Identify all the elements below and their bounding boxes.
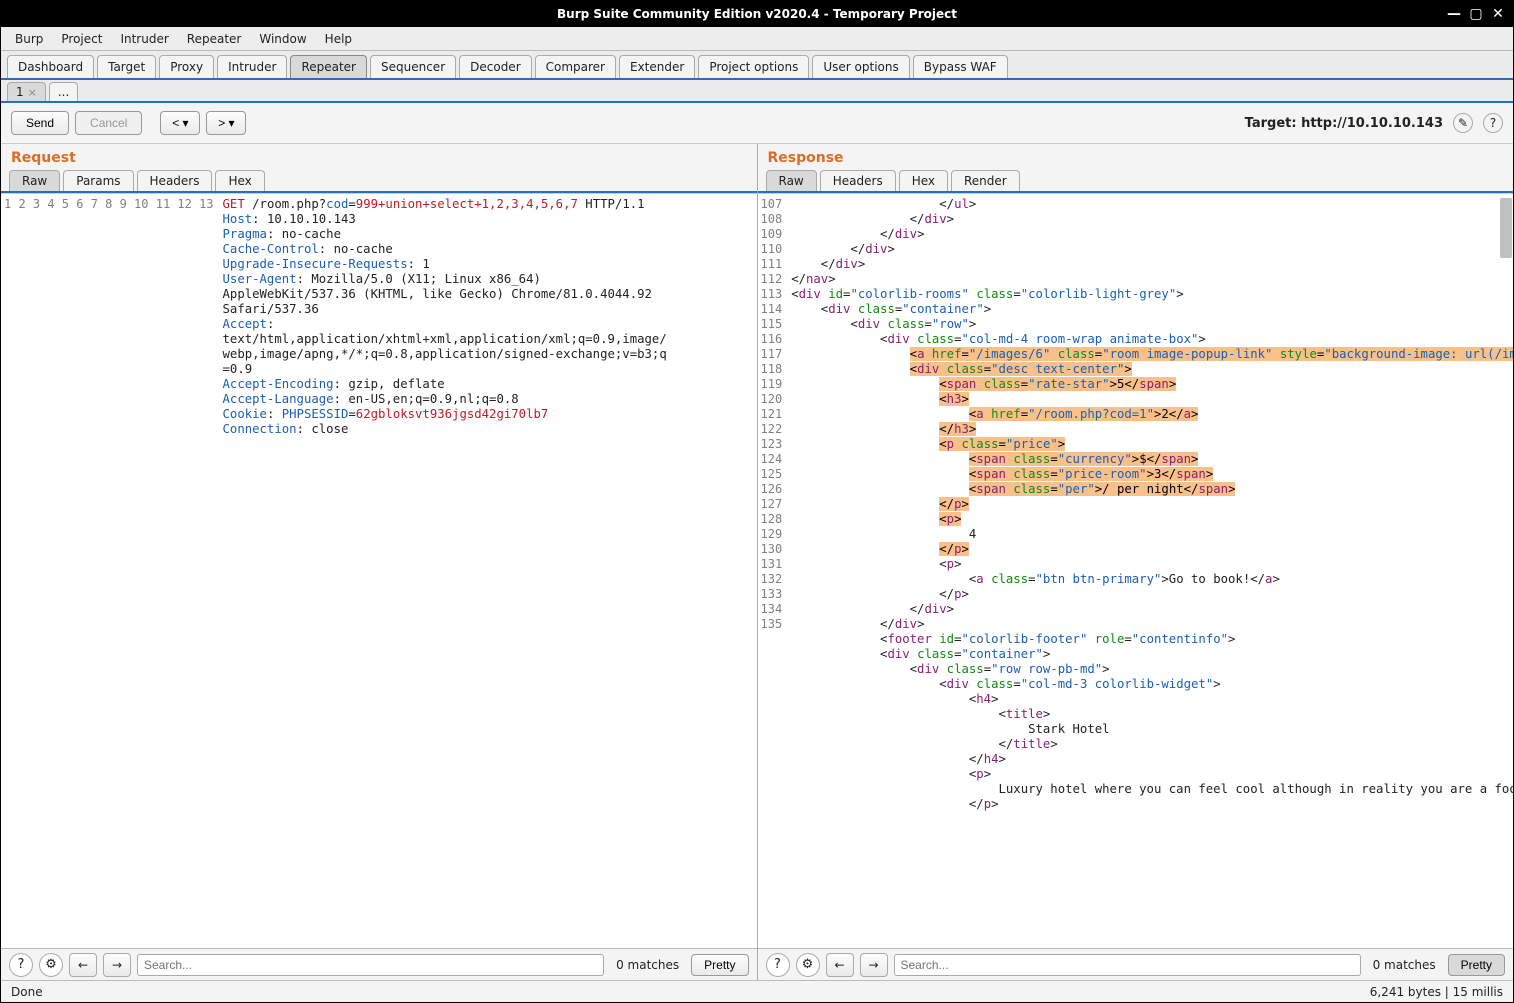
help-icon[interactable]: ? bbox=[9, 953, 33, 977]
prev-match-button[interactable]: ← bbox=[69, 953, 97, 977]
response-tab-raw[interactable]: Raw bbox=[766, 170, 817, 191]
response-match-count: 0 matches bbox=[1367, 958, 1442, 972]
request-editor[interactable]: 1 2 3 4 5 6 7 8 9 10 11 12 13 GET /room.… bbox=[1, 193, 757, 948]
tab-target[interactable]: Target bbox=[97, 55, 156, 78]
titlebar: Burp Suite Community Edition v2020.4 - T… bbox=[1, 1, 1513, 27]
request-tabs: Raw Params Headers Hex bbox=[1, 170, 757, 193]
repeater-subtabs: 1 × ... bbox=[1, 80, 1513, 103]
menubar: Burp Project Intruder Repeater Window He… bbox=[1, 27, 1513, 51]
response-tab-hex[interactable]: Hex bbox=[899, 170, 948, 191]
target-label: Target: http://10.10.10.143 bbox=[1245, 116, 1443, 131]
repeater-tab-1[interactable]: 1 × bbox=[7, 82, 46, 101]
status-bar: Done 6,241 bytes | 15 millis bbox=[1, 980, 1513, 1002]
response-editor[interactable]: 107 108 109 110 111 112 113 114 115 116 … bbox=[758, 193, 1514, 948]
status-left: Done bbox=[11, 985, 43, 999]
tab-comparer[interactable]: Comparer bbox=[535, 55, 616, 78]
tab-extender[interactable]: Extender bbox=[619, 55, 695, 78]
maximize-icon[interactable]: ▢ bbox=[1467, 5, 1485, 23]
main-tabs: Dashboard Target Proxy Intruder Repeater… bbox=[1, 51, 1513, 80]
response-tab-headers[interactable]: Headers bbox=[820, 170, 896, 191]
request-search-input[interactable] bbox=[137, 954, 604, 976]
close-icon[interactable]: ✕ bbox=[1489, 5, 1507, 23]
response-search-input[interactable] bbox=[894, 954, 1361, 976]
menu-burp[interactable]: Burp bbox=[7, 29, 51, 49]
status-right: 6,241 bytes | 15 millis bbox=[1370, 985, 1503, 999]
response-search-bar: ? ⚙ ← → 0 matches Pretty bbox=[758, 948, 1514, 980]
scrollbar-thumb[interactable] bbox=[1500, 198, 1512, 258]
tab-decoder[interactable]: Decoder bbox=[459, 55, 532, 78]
action-bar: Send Cancel < ▾ > ▾ Target: http://10.10… bbox=[1, 103, 1513, 143]
request-tab-raw[interactable]: Raw bbox=[9, 170, 60, 191]
history-forward-button[interactable]: > ▾ bbox=[206, 111, 246, 135]
menu-intruder[interactable]: Intruder bbox=[112, 29, 176, 49]
prev-match-button[interactable]: ← bbox=[826, 953, 854, 977]
request-match-count: 0 matches bbox=[610, 958, 685, 972]
help-icon[interactable]: ? bbox=[766, 953, 790, 977]
response-panel: Response Raw Headers Hex Render 107 108 … bbox=[758, 144, 1514, 980]
request-tab-headers[interactable]: Headers bbox=[137, 170, 213, 191]
response-tab-render[interactable]: Render bbox=[951, 170, 1020, 191]
menu-repeater[interactable]: Repeater bbox=[179, 29, 250, 49]
request-title: Request bbox=[1, 144, 757, 170]
response-title: Response bbox=[758, 144, 1514, 170]
response-tabs: Raw Headers Hex Render bbox=[758, 170, 1514, 193]
request-search-bar: ? ⚙ ← → 0 matches Pretty bbox=[1, 948, 757, 980]
tab-sequencer[interactable]: Sequencer bbox=[370, 55, 456, 78]
tab-proxy[interactable]: Proxy bbox=[159, 55, 214, 78]
repeater-tab-add[interactable]: ... bbox=[49, 82, 78, 101]
window-title: Burp Suite Community Edition v2020.4 - T… bbox=[557, 7, 957, 21]
gear-icon[interactable]: ⚙ bbox=[796, 953, 820, 977]
help-icon[interactable]: ? bbox=[1483, 113, 1503, 133]
next-match-button[interactable]: → bbox=[860, 953, 888, 977]
tab-dashboard[interactable]: Dashboard bbox=[7, 55, 94, 78]
next-match-button[interactable]: → bbox=[103, 953, 131, 977]
cancel-button: Cancel bbox=[75, 111, 142, 135]
tab-intruder[interactable]: Intruder bbox=[217, 55, 287, 78]
close-tab-icon[interactable]: × bbox=[28, 86, 37, 99]
tab-user-options[interactable]: User options bbox=[812, 55, 909, 78]
minimize-icon[interactable]: — bbox=[1445, 5, 1463, 23]
edit-target-icon[interactable]: ✎ bbox=[1453, 113, 1473, 133]
menu-help[interactable]: Help bbox=[317, 29, 360, 49]
request-panel: Request Raw Params Headers Hex 1 2 3 4 5… bbox=[1, 144, 758, 980]
menu-window[interactable]: Window bbox=[251, 29, 314, 49]
menu-project[interactable]: Project bbox=[53, 29, 110, 49]
response-pretty-button[interactable]: Pretty bbox=[1448, 954, 1505, 976]
repeater-tab-1-label: 1 bbox=[16, 85, 24, 99]
tab-repeater[interactable]: Repeater bbox=[290, 55, 367, 78]
request-pretty-button[interactable]: Pretty bbox=[691, 954, 748, 976]
tab-bypass-waf[interactable]: Bypass WAF bbox=[913, 55, 1008, 78]
request-tab-params[interactable]: Params bbox=[63, 170, 133, 191]
gear-icon[interactable]: ⚙ bbox=[39, 953, 63, 977]
request-tab-hex[interactable]: Hex bbox=[215, 170, 264, 191]
history-back-button[interactable]: < ▾ bbox=[160, 111, 200, 135]
send-button[interactable]: Send bbox=[11, 111, 69, 135]
tab-project-options[interactable]: Project options bbox=[698, 55, 809, 78]
